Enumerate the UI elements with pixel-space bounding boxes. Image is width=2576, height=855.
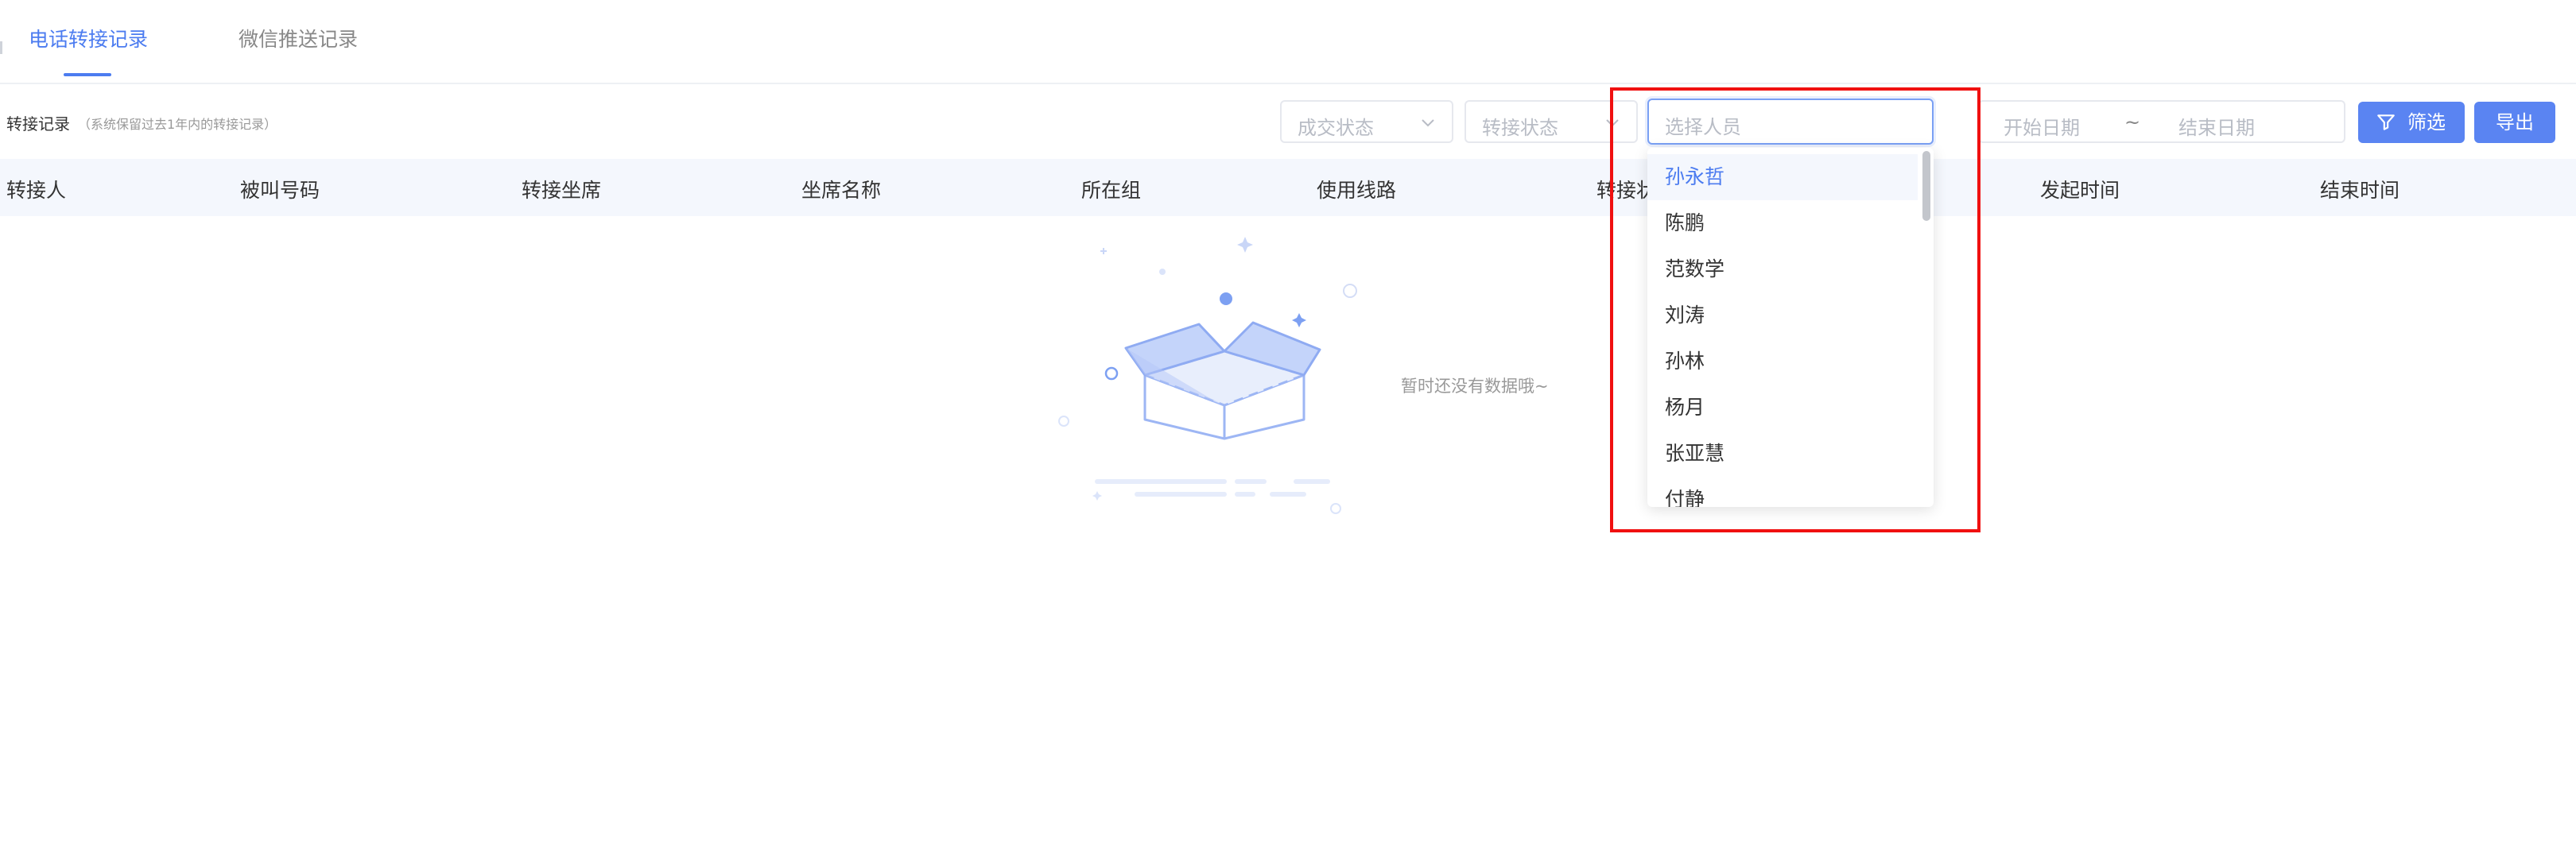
chevron-down-icon [1606, 119, 1619, 127]
end-date-field[interactable]: 结束日期 [2178, 112, 2255, 140]
deal-status-select[interactable]: 成交状态 [1280, 100, 1453, 143]
edge-marker [0, 41, 2, 54]
person-option[interactable]: 付静 [1647, 477, 1918, 507]
empty-box-illustration [1058, 237, 1357, 514]
section-note: （系统保留过去1年内的转接记录） [78, 117, 277, 132]
column-header-group: 所在组 [1081, 179, 1142, 202]
person-select-placeholder: 选择人员 [1665, 116, 1741, 138]
person-option[interactable]: 陈鹏 [1647, 200, 1918, 246]
tab-bar: 电话转接记录 微信推送记录 [0, 0, 2576, 84]
start-date-field[interactable]: 开始日期 [2004, 112, 2080, 140]
column-header-seat-name: 坐席名称 [801, 179, 882, 202]
date-range-picker[interactable]: 开始日期 ~ 结束日期 [1978, 100, 2345, 143]
column-header-line: 使用线路 [1317, 179, 1397, 202]
person-select-input[interactable]: 选择人员 [1647, 99, 1934, 145]
chevron-down-icon [1422, 119, 1434, 127]
column-header-transfer-seat: 转接坐席 [522, 179, 602, 202]
person-option[interactable]: 孙林 [1647, 339, 1918, 385]
filter-button[interactable]: 筛选 [2358, 102, 2465, 143]
active-tab-indicator [64, 73, 111, 76]
person-option[interactable]: 杨月 [1647, 385, 1918, 431]
tab-phone-transfer-records[interactable]: 电话转接记录 [29, 24, 148, 52]
transfer-status-placeholder: 转接状态 [1482, 117, 1558, 139]
column-header-called-number: 被叫号码 [240, 179, 320, 202]
person-option[interactable]: 刘涛 [1647, 292, 1918, 339]
person-option[interactable]: 孙永哲 [1647, 154, 1918, 200]
empty-state-text: 暂时还没有数据哦~ [1401, 377, 1549, 396]
person-dropdown-list: 孙永哲 陈鹏 范数学 刘涛 孙林 杨月 张亚慧 付静 [1647, 148, 1934, 507]
table-header: 转接人 被叫号码 转接坐席 坐席名称 所在组 使用线路 转接状态 发起时间 结束… [0, 159, 2576, 216]
column-header-transferrer: 转接人 [6, 179, 67, 202]
date-separator: ~ [2124, 111, 2141, 133]
deal-status-placeholder: 成交状态 [1298, 117, 1374, 139]
filter-button-label: 筛选 [2407, 111, 2446, 133]
tab-wechat-push-records[interactable]: 微信推送记录 [239, 24, 358, 52]
person-option[interactable]: 范数学 [1647, 246, 1918, 292]
export-button[interactable]: 导出 [2474, 102, 2555, 143]
section-title: 转接记录 [6, 114, 70, 133]
dropdown-scrollbar[interactable] [1922, 151, 1930, 221]
column-header-start-time: 发起时间 [2040, 179, 2120, 202]
column-header-end-time: 结束时间 [2320, 179, 2400, 202]
transfer-status-select[interactable]: 转接状态 [1465, 100, 1638, 143]
person-option[interactable]: 张亚慧 [1647, 431, 1918, 477]
funnel-icon [2377, 114, 2395, 130]
